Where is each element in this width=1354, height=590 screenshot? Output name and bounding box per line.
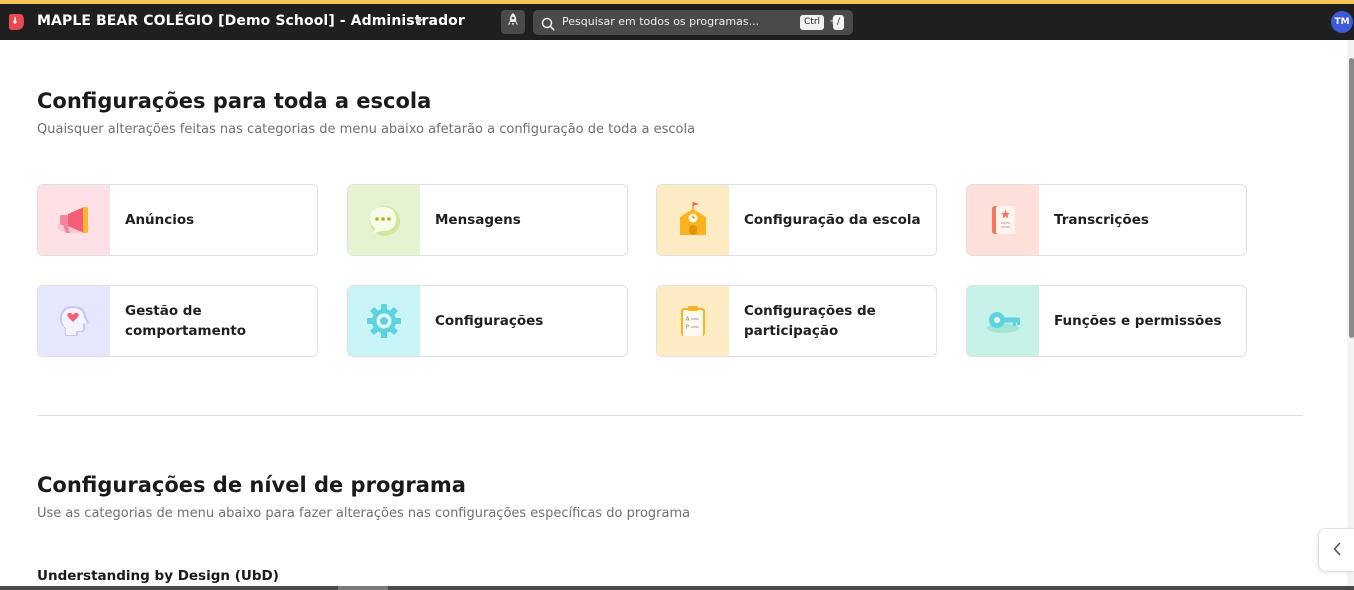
school-building-icon — [657, 185, 729, 255]
card-announcements[interactable]: Anúncios — [37, 184, 318, 256]
global-search-input[interactable]: Pesquisar em todos os programas... Ctrl … — [533, 10, 853, 35]
card-messages[interactable]: Mensagens — [347, 184, 628, 256]
search-placeholder: Pesquisar em todos os programas... — [562, 15, 760, 28]
scrollbar-thumb[interactable] — [1349, 58, 1354, 338]
card-school-setup-label: Configuração da escola — [744, 212, 921, 228]
card-settings[interactable]: Configurações — [347, 285, 628, 357]
transcript-book-icon — [967, 185, 1039, 255]
program-name-heading: Understanding by Design (UbD) — [37, 568, 279, 584]
shortcut-slash-key: / — [833, 15, 845, 30]
user-avatar[interactable]: TM — [1331, 11, 1353, 33]
school-settings-subtitle: Quaisquer alterações feitas nas categori… — [37, 122, 696, 137]
card-behavior-management-label: Gestão de comportamento — [125, 303, 247, 339]
card-behavior-management[interactable]: Gestão de comportamento — [37, 285, 318, 357]
app-logo-icon[interactable] — [6, 12, 26, 32]
horizontal-scroll-thumb[interactable] — [338, 586, 388, 590]
chat-bubble-icon — [348, 185, 420, 255]
megaphone-icon — [38, 185, 110, 255]
card-attendance-settings-label: Configurações de participação — [744, 303, 876, 339]
chevron-down-icon[interactable] — [415, 19, 423, 24]
side-panel-toggle-button[interactable] — [1318, 528, 1354, 572]
section-divider — [37, 415, 1303, 416]
card-settings-label: Configurações — [435, 313, 544, 329]
card-transcripts-label: Transcrições — [1054, 212, 1149, 228]
school-settings-title: Configurações para toda a escola — [37, 89, 432, 113]
launchpad-button[interactable] — [501, 10, 525, 34]
head-heart-icon — [38, 286, 110, 356]
card-announcements-label: Anúncios — [125, 212, 195, 228]
card-transcripts[interactable]: Transcrições — [966, 184, 1247, 256]
gear-icon — [348, 286, 420, 356]
card-messages-label: Mensagens — [435, 212, 521, 228]
svg-text:P: P — [686, 324, 690, 331]
card-roles-permissions-label: Funções e permissões — [1054, 313, 1222, 329]
rocket-icon — [506, 12, 520, 32]
search-icon — [541, 16, 555, 31]
top-navigation-bar: MAPLE BEAR COLÉGIO [Demo School] - Admin… — [0, 4, 1354, 40]
chevron-left-icon — [1332, 541, 1342, 560]
program-settings-title: Configurações de nível de programa — [37, 473, 466, 497]
card-school-setup[interactable]: Configuração da escola — [656, 184, 937, 256]
shortcut-ctrl-key: Ctrl — [800, 15, 825, 30]
key-icon — [967, 286, 1039, 356]
attendance-clipboard-icon: A P — [657, 286, 729, 356]
school-switcher[interactable]: MAPLE BEAR COLÉGIO [Demo School] - Admin… — [37, 13, 465, 29]
card-attendance-settings[interactable]: A P Configurações de participação — [656, 285, 937, 357]
bottom-horizontal-scrollbar[interactable] — [0, 586, 1354, 590]
program-settings-subtitle: Use as categorias de menu abaixo para fa… — [37, 506, 691, 521]
card-roles-permissions[interactable]: Funções e permissões — [966, 285, 1247, 357]
